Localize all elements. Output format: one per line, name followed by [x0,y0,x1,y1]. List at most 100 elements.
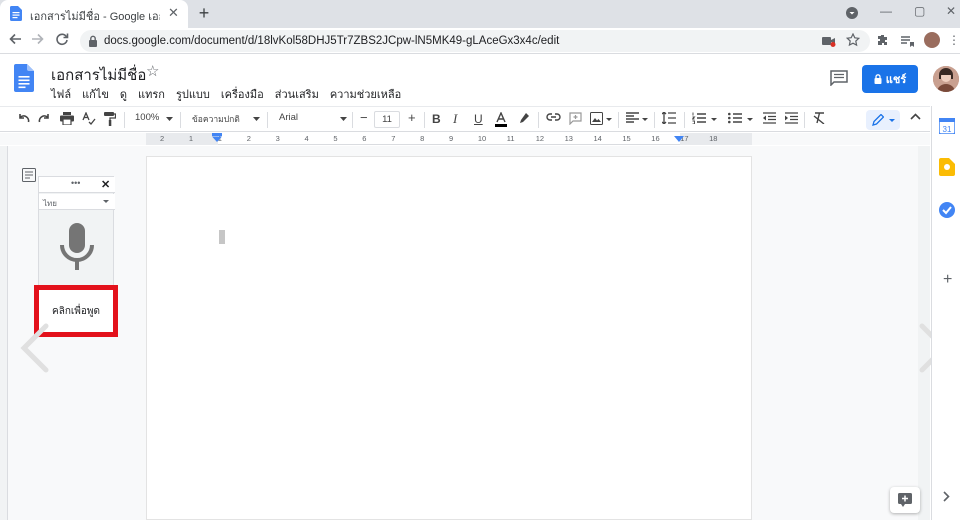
align-dropdown-icon[interactable] [642,118,648,121]
menu-view[interactable]: ดู [120,85,127,103]
new-tab-button[interactable]: + [194,3,214,23]
image-dropdown-icon[interactable] [606,118,612,121]
ruler-tick-label: 7 [391,134,396,143]
bulleted-list-dropdown-icon[interactable] [747,118,753,121]
highlight-icon[interactable] [518,112,530,126]
menu-bar: ไฟล์ แก้ไข ดู แทรก รูปแบบ เครื่องมือ ส่ว… [51,85,401,103]
ruler-tick-label: 12 [535,134,545,143]
numbered-list-dropdown-icon[interactable] [711,118,717,121]
spellcheck-icon[interactable] [82,112,96,125]
menu-edit[interactable]: แก้ไข [82,85,109,103]
editing-mode-button[interactable] [866,110,900,130]
bulleted-list-icon[interactable] [728,112,742,124]
comment-history-icon[interactable] [830,70,848,86]
menu-tools[interactable]: เครื่องมือ [221,85,264,103]
hide-menus-icon[interactable] [910,113,921,120]
reading-list-icon[interactable] [900,34,914,48]
extensions-icon[interactable] [876,34,890,48]
paint-format-icon[interactable] [104,112,116,126]
previous-arrow-icon[interactable] [18,322,50,374]
explore-button[interactable] [890,487,920,513]
voice-close-icon[interactable]: ✕ [101,178,110,191]
zoom-dropdown-icon[interactable] [166,117,173,121]
increase-font-size-button[interactable]: + [408,110,416,125]
line-spacing-icon[interactable] [662,112,676,124]
browser-tab[interactable]: เอกสารไม่มีชื่อ - Google เอกสาร ✕ [0,0,188,28]
voice-menu-icon[interactable]: ••• [71,178,80,188]
zoom-select[interactable]: 100% [135,112,159,123]
reload-icon[interactable] [55,32,69,46]
document-title[interactable]: เอกสารไม่มีชื่อ [51,63,146,87]
back-icon[interactable] [8,32,22,46]
insert-link-icon[interactable] [546,112,561,122]
keep-icon[interactable] [939,158,955,176]
left-indent-marker-icon[interactable] [212,133,222,142]
font-dropdown-icon[interactable] [340,117,347,121]
font-size-input[interactable]: 11 [374,111,400,128]
star-icon[interactable]: ☆ [146,62,159,80]
italic-button[interactable]: I [453,111,457,127]
print-icon[interactable] [60,112,74,125]
pencil-icon [872,114,884,126]
ruler-tick-label: 4 [304,134,309,143]
browser-menu-icon[interactable]: ⋮ [948,33,960,47]
font-select[interactable]: Arial [279,112,298,123]
account-avatar[interactable] [933,66,959,92]
menu-file[interactable]: ไฟล์ [51,85,71,103]
vertical-ruler[interactable] [0,146,8,520]
menu-help[interactable]: ความช่วยเหลือ [330,85,401,103]
underline-button[interactable]: U [474,112,483,126]
ruler-tick-label: 1 [188,134,194,143]
camera-blocked-icon[interactable] [822,35,836,47]
add-comment-icon[interactable] [569,112,582,125]
browser-tab-strip: เอกสารไม่มีชื่อ - Google เอกสาร ✕ + — ▢ … [0,0,960,28]
ruler-tick-label: 13 [564,134,573,143]
explore-icon [898,493,912,507]
add-addon-icon[interactable]: + [943,271,952,289]
style-select[interactable]: ข้อความปกติ [192,112,240,126]
menu-format[interactable]: รูปแบบ [176,85,210,103]
style-dropdown-icon[interactable] [253,117,260,121]
language-dropdown-icon [103,200,109,203]
tasks-icon[interactable] [939,202,955,218]
mode-dropdown-icon [889,119,895,122]
forward-icon[interactable] [31,32,45,46]
ruler-tick-label: 5 [333,134,338,143]
text-color-icon[interactable] [495,112,507,127]
address-bar[interactable]: docs.google.com/document/d/18lvKol58DHJ5… [80,30,870,52]
tab-close-icon[interactable]: ✕ [168,5,179,21]
decrease-indent-icon[interactable] [763,112,776,124]
side-panel: 31 + [931,106,960,520]
undo-icon[interactable] [16,112,30,124]
bookmark-star-icon[interactable] [846,33,860,47]
decrease-font-size-button[interactable]: − [360,110,368,125]
numbered-list-icon[interactable] [692,112,706,124]
language-label: ไทย [43,199,57,208]
horizontal-ruler[interactable]: 21123456789101112131415161718 [146,133,752,145]
restore-button[interactable]: ▢ [914,4,925,18]
redo-icon[interactable] [38,112,52,124]
menu-insert[interactable]: แทรก [138,85,165,103]
profile-menu-icon[interactable] [846,7,858,19]
menu-addons[interactable]: ส่วนเสริม [275,85,319,103]
browser-profile-avatar[interactable] [924,32,940,48]
expand-panel-icon[interactable] [943,491,950,502]
align-icon[interactable] [626,112,639,123]
document-page[interactable] [146,156,752,520]
language-select[interactable]: ไทย [39,194,115,210]
docs-logo-icon[interactable] [14,64,34,92]
microphone-icon[interactable] [59,223,95,273]
clear-formatting-icon[interactable] [813,112,826,124]
lock-icon[interactable] [88,35,98,47]
close-window-button[interactable]: ✕ [946,4,956,18]
insert-image-icon[interactable] [590,112,603,125]
docs-favicon-icon [10,6,22,21]
right-indent-marker-icon[interactable] [674,136,684,142]
calendar-icon[interactable]: 31 [939,118,955,134]
minimize-button[interactable]: — [880,4,892,18]
bold-button[interactable]: B [432,112,441,126]
ruler-tick-label: 14 [593,134,602,143]
share-button[interactable]: แชร์ [862,65,918,93]
increase-indent-icon[interactable] [785,112,798,124]
document-outline-icon[interactable] [22,168,36,182]
